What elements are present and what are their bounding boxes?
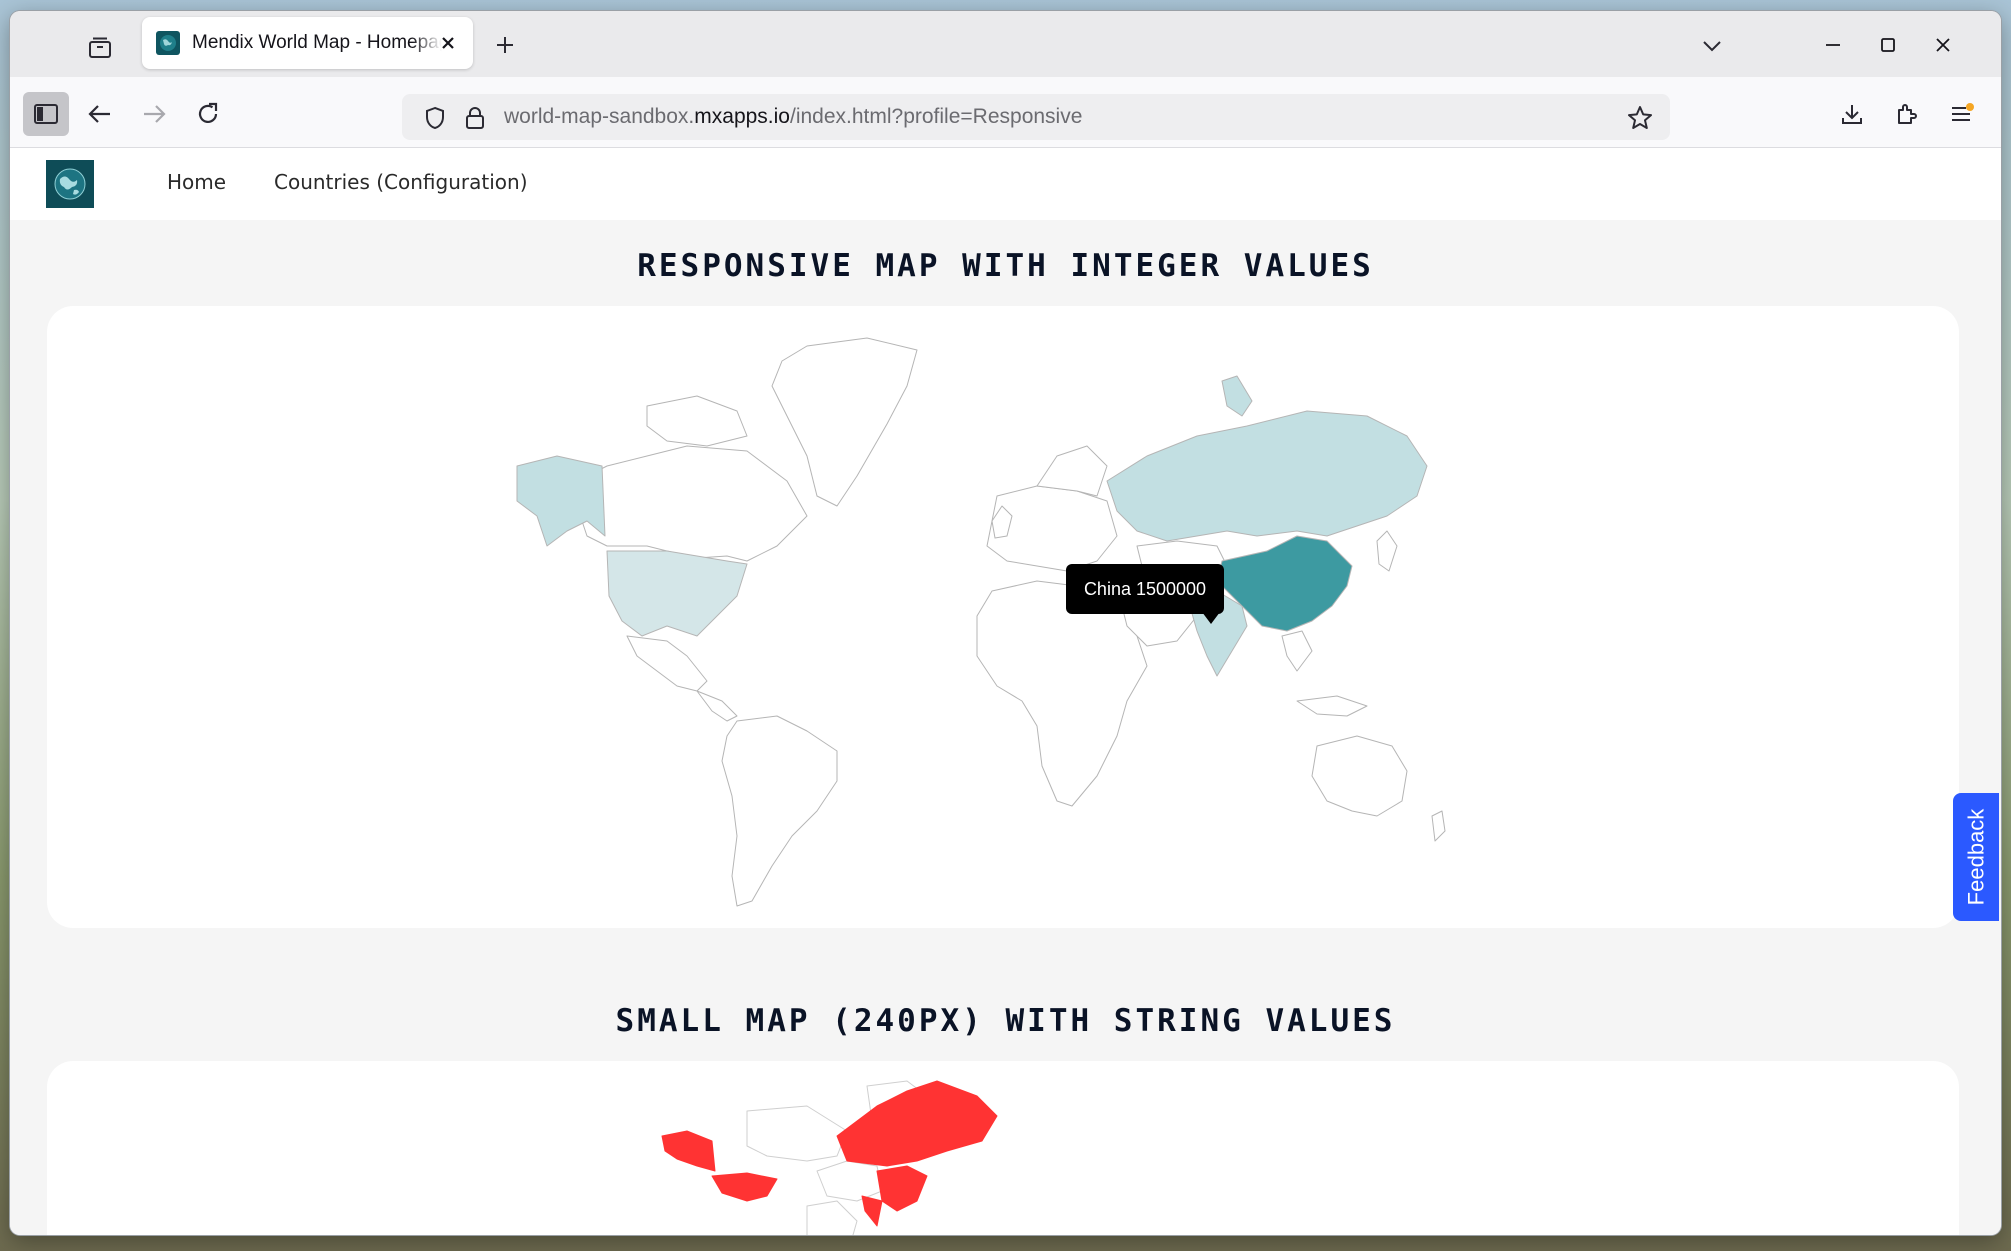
southeast-asia[interactable] [1281,630,1313,672]
extensions-icon[interactable] [1884,92,1930,136]
canada-arctic-islands[interactable] [646,395,748,447]
nav-home-link[interactable]: Home [167,170,226,194]
web-page: Home Countries (Configuration) RESPONSIV… [10,148,2001,1235]
small-russia[interactable] [836,1080,998,1167]
feedback-label: Feedback [1963,808,1988,906]
africa[interactable] [976,580,1148,807]
back-arrow-icon[interactable] [77,92,123,136]
url-domain: mxapps.io [694,105,790,128]
world-map-small[interactable] [47,1061,1959,1235]
app-menu-icon[interactable] [1939,92,1985,136]
south-america[interactable] [721,715,838,907]
japan[interactable] [1376,530,1398,572]
section-title-small-map: SMALL MAP (240PX) WITH STRING VALUES [615,1003,1396,1039]
small-map-shapes [661,1080,998,1235]
usa[interactable] [606,550,748,637]
url-path: /index.html?profile=Responsive [789,105,1083,128]
mexico[interactable] [626,635,708,692]
globe-logo-icon[interactable] [46,160,94,208]
map-card-small [47,1061,1959,1235]
novaya-zemlya[interactable] [1221,375,1253,417]
world-map-shapes [516,337,1446,907]
forward-arrow-icon[interactable] [131,92,177,136]
address-bar[interactable]: world-map-sandbox.mxapps.io/index.html?p… [402,94,1670,140]
russia[interactable] [1106,410,1428,542]
reload-icon[interactable] [185,92,231,136]
greenland[interactable] [771,337,918,507]
shield-icon[interactable] [420,103,450,133]
small-alaska[interactable] [661,1130,716,1172]
small-china[interactable] [876,1165,928,1212]
tab-list-icon[interactable] [82,30,118,66]
close-tab-icon[interactable] [435,30,461,56]
download-icon[interactable] [1829,92,1875,136]
chevron-down-icon[interactable] [1695,29,1729,63]
small-europe[interactable] [816,1160,883,1202]
central-america[interactable] [696,690,738,722]
section-title-responsive-map: RESPONSIVE MAP WITH INTEGER VALUES [637,248,1374,284]
tab-strip: Mendix World Map - Homepage [10,11,2001,77]
small-canada[interactable] [746,1105,848,1162]
nav-toolbar: world-map-sandbox.mxapps.io/index.html?p… [10,77,2001,148]
new-zealand[interactable] [1431,810,1446,842]
small-india[interactable] [861,1195,883,1227]
url-text[interactable]: world-map-sandbox.mxapps.io/index.html?p… [504,105,1082,129]
url-prefix: world-map-sandbox. [504,105,695,128]
active-tab[interactable]: Mendix World Map - Homepage [142,17,473,69]
map-card-responsive [47,306,1959,928]
indonesia[interactable] [1296,695,1368,717]
lock-icon[interactable] [460,103,490,133]
australia[interactable] [1311,735,1408,817]
new-tab-icon[interactable] [488,28,522,62]
country-tooltip: China 1500000 [1066,564,1224,624]
feedback-button[interactable]: Feedback [1953,793,1999,921]
app-navbar: Home Countries (Configuration) [10,148,2001,220]
browser-window: Mendix World Map - Homepage world-map-sa… [10,11,2001,1235]
tab-title: Mendix World Map - Homepage [192,32,442,53]
close-window-icon[interactable] [1916,23,1970,67]
globe-favicon-icon [156,31,180,55]
bookmark-star-icon[interactable] [1625,103,1655,133]
minimize-icon[interactable] [1806,23,1860,67]
canada[interactable] [576,445,808,562]
small-africa[interactable] [806,1200,858,1235]
maximize-icon[interactable] [1861,23,1915,67]
world-map-responsive[interactable] [47,306,1959,928]
nav-countries-link[interactable]: Countries (Configuration) [274,170,528,194]
sidebar-toggle-icon[interactable] [23,92,69,136]
small-usa[interactable] [711,1172,778,1202]
